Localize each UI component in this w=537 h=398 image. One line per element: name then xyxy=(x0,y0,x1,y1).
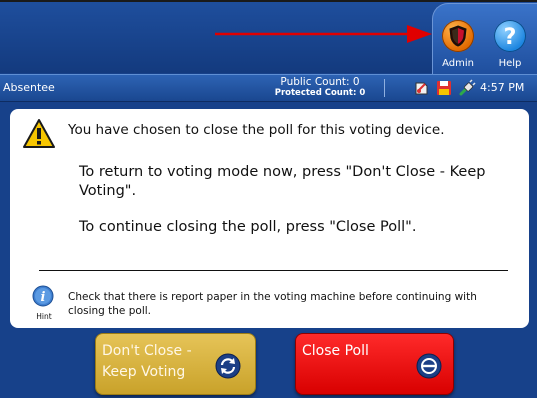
keep-voting-label-line1: Don't Close - xyxy=(102,343,192,359)
question-mark-icon: ? xyxy=(504,25,517,50)
return-arrows-icon xyxy=(215,353,241,379)
help-circle: ? xyxy=(494,20,526,52)
public-count: Public Count: 0 xyxy=(280,76,360,88)
tab-help[interactable]: ? Help xyxy=(485,6,535,72)
close-poll-button[interactable]: Close Poll xyxy=(295,333,454,395)
report-icon xyxy=(413,79,431,97)
svg-text:i: i xyxy=(41,290,46,305)
top-bar: Admin ? Help xyxy=(0,0,537,74)
power-plug-icon xyxy=(458,79,476,97)
clock: 4:57 PM xyxy=(480,81,525,94)
divider xyxy=(39,270,508,271)
top-edge xyxy=(0,0,537,2)
dialog-message: You have chosen to close the poll for th… xyxy=(68,122,445,138)
keep-voting-label-line2: Keep Voting xyxy=(102,364,186,380)
voting-machine-screen: Admin ? Help Absentee Public Count: 0 Pr… xyxy=(0,0,537,398)
status-divider xyxy=(384,79,385,97)
return-instruction: To return to voting mode now, press "Don… xyxy=(79,164,486,199)
info-icon: i xyxy=(32,285,54,307)
admin-circle xyxy=(442,20,474,52)
keep-voting-button[interactable]: Don't Close - Keep Voting xyxy=(95,333,256,395)
svg-text:?: ? xyxy=(504,25,517,50)
close-poll-label: Close Poll xyxy=(302,343,369,359)
annotation-arrow xyxy=(215,25,432,43)
tab-admin[interactable]: Admin xyxy=(433,6,483,72)
top-tabs: Admin ? Help xyxy=(432,3,537,74)
hint-caption: Hint xyxy=(36,312,52,321)
mode-label: Absentee xyxy=(3,81,55,94)
ballot-counts: Public Count: 0 Protected Count: 0 xyxy=(262,76,378,99)
save-disk-icon xyxy=(435,79,453,97)
warning-icon xyxy=(23,119,55,148)
protected-count: Protected Count: 0 xyxy=(274,88,366,98)
tab-admin-label: Admin xyxy=(442,58,474,69)
minus-circle-icon xyxy=(416,353,442,379)
status-bar: Absentee Public Count: 0 Protected Count… xyxy=(0,74,537,102)
close-poll-dialog: You have chosen to close the poll for th… xyxy=(10,109,529,328)
shield-icon xyxy=(449,25,467,47)
continue-instruction: To continue closing the poll, press "Clo… xyxy=(79,219,417,235)
keep-voting-label: Don't Close - Keep Voting xyxy=(102,341,192,383)
tab-help-label: Help xyxy=(498,58,522,69)
hint-text: Check that there is report paper in the … xyxy=(68,291,477,317)
